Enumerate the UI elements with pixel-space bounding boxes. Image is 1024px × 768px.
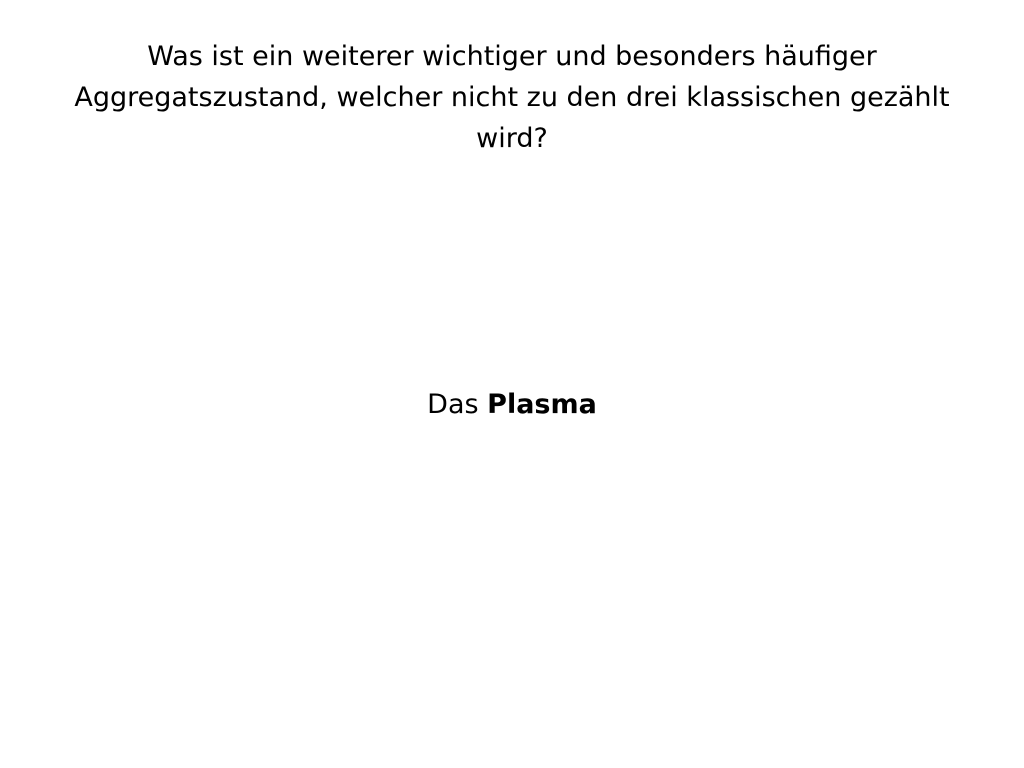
answer-prefix: Das bbox=[427, 389, 488, 420]
answer-text: Das Plasma bbox=[0, 387, 1024, 423]
answer-term: Plasma bbox=[487, 389, 597, 420]
question-text: Was ist ein weiterer wichtiger und beson… bbox=[74, 41, 950, 154]
flashcard: Was ist ein weiterer wichtiger und beson… bbox=[0, 0, 1024, 768]
